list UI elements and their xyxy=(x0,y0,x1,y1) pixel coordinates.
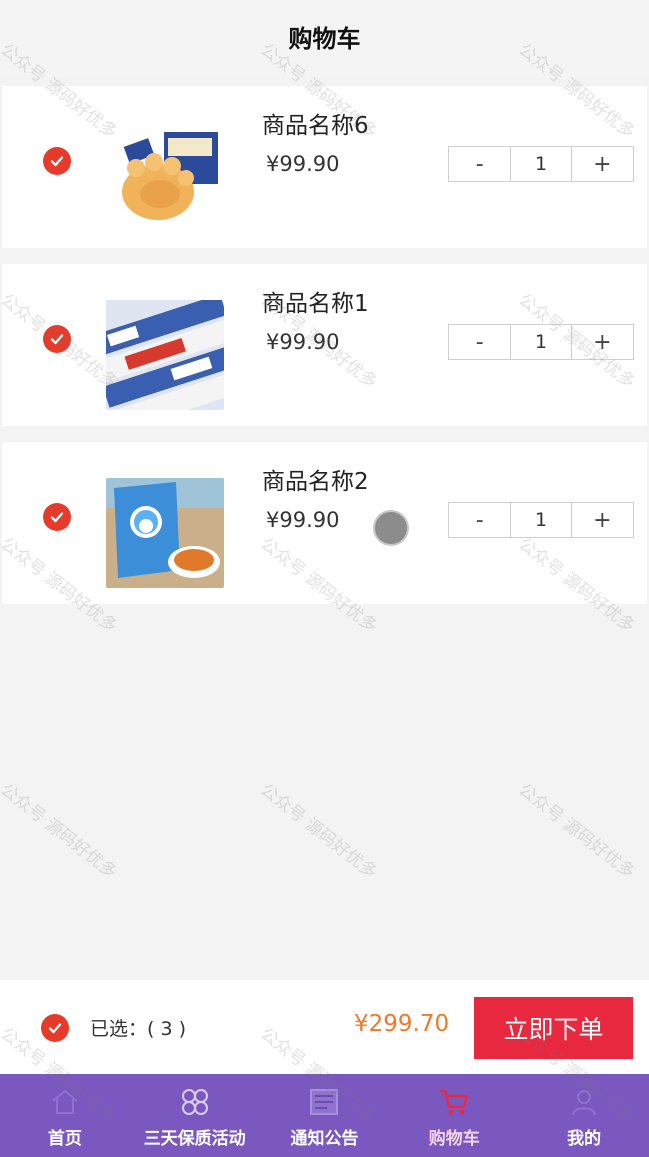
product-image[interactable] xyxy=(106,300,224,410)
touch-indicator xyxy=(373,510,409,546)
quantity-stepper: - 1 + xyxy=(448,502,634,538)
clover-icon xyxy=(175,1082,215,1122)
tab-label: 通知公告 xyxy=(290,1129,359,1149)
item-checkbox[interactable] xyxy=(43,325,71,353)
cart-icon xyxy=(434,1082,474,1122)
tab-label: 首页 xyxy=(47,1129,82,1149)
decrease-button[interactable]: - xyxy=(449,503,510,537)
product-name[interactable]: 商品名称2 xyxy=(262,462,369,496)
increase-button[interactable]: + xyxy=(572,503,633,537)
chips-bag-image xyxy=(106,478,224,588)
tab-label: 购物车 xyxy=(428,1129,480,1149)
checkout-bar: 已选：( 3 ) ¥299.70 立即下单 xyxy=(0,980,649,1074)
watermark: 公众号 源码好优多 xyxy=(0,779,121,883)
product-image[interactable] xyxy=(106,122,224,232)
tab-notice[interactable]: 通知公告 xyxy=(260,1074,390,1157)
cart-item: 商品名称1 ¥99.90 - 1 + xyxy=(2,264,647,426)
decrease-button[interactable]: - xyxy=(449,147,510,181)
snack-box-image xyxy=(106,122,224,232)
cart-list: 商品名称6 ¥99.90 - 1 + 商品名称1 ¥99.90 - 1 + 商品… xyxy=(2,86,647,620)
increase-button[interactable]: + xyxy=(572,147,633,181)
cart-item: 商品名称2 ¥99.90 - 1 + xyxy=(2,442,647,604)
tab-mine[interactable]: 我的 xyxy=(519,1074,649,1157)
decrease-button[interactable]: - xyxy=(449,325,510,359)
user-icon xyxy=(564,1082,604,1122)
quantity-input[interactable]: 1 xyxy=(510,147,572,181)
product-price: ¥99.90 xyxy=(266,508,340,532)
tab-cart[interactable]: 购物车 xyxy=(389,1074,519,1157)
product-name[interactable]: 商品名称1 xyxy=(262,284,369,318)
candy-image xyxy=(106,300,224,410)
watermark: 公众号 源码好优多 xyxy=(256,779,381,883)
quantity-input[interactable]: 1 xyxy=(510,325,572,359)
product-price: ¥99.90 xyxy=(266,330,340,354)
selected-count: 已选：( 3 ) xyxy=(90,1018,186,1040)
increase-button[interactable]: + xyxy=(572,325,633,359)
page-title: 购物车 xyxy=(288,24,361,53)
quantity-input[interactable]: 1 xyxy=(510,503,572,537)
check-icon xyxy=(48,1023,62,1034)
bottom-tab-bar: 首页 三天保质活动 通知公告 购物车 我的 xyxy=(0,1074,649,1157)
home-icon xyxy=(45,1082,85,1122)
quantity-stepper: - 1 + xyxy=(448,146,634,182)
cart-item: 商品名称6 ¥99.90 - 1 + xyxy=(2,86,647,248)
tab-home[interactable]: 首页 xyxy=(0,1074,130,1157)
quantity-stepper: - 1 + xyxy=(448,324,634,360)
tab-activity[interactable]: 三天保质活动 xyxy=(130,1074,260,1157)
watermark: 公众号 源码好优多 xyxy=(514,779,639,883)
place-order-button[interactable]: 立即下单 xyxy=(474,997,633,1059)
page-header: 购物车 xyxy=(0,0,649,78)
item-checkbox[interactable] xyxy=(43,503,71,531)
check-icon xyxy=(50,334,64,345)
news-icon xyxy=(304,1082,344,1122)
check-icon xyxy=(50,512,64,523)
product-name[interactable]: 商品名称6 xyxy=(262,106,369,140)
check-icon xyxy=(50,156,64,167)
total-price: ¥299.70 xyxy=(354,1011,450,1037)
product-price: ¥99.90 xyxy=(266,152,340,176)
select-all-checkbox[interactable] xyxy=(41,1014,69,1042)
product-image[interactable] xyxy=(106,478,224,588)
tab-label: 我的 xyxy=(567,1129,602,1149)
tab-label: 三天保质活动 xyxy=(143,1129,246,1149)
item-checkbox[interactable] xyxy=(43,147,71,175)
